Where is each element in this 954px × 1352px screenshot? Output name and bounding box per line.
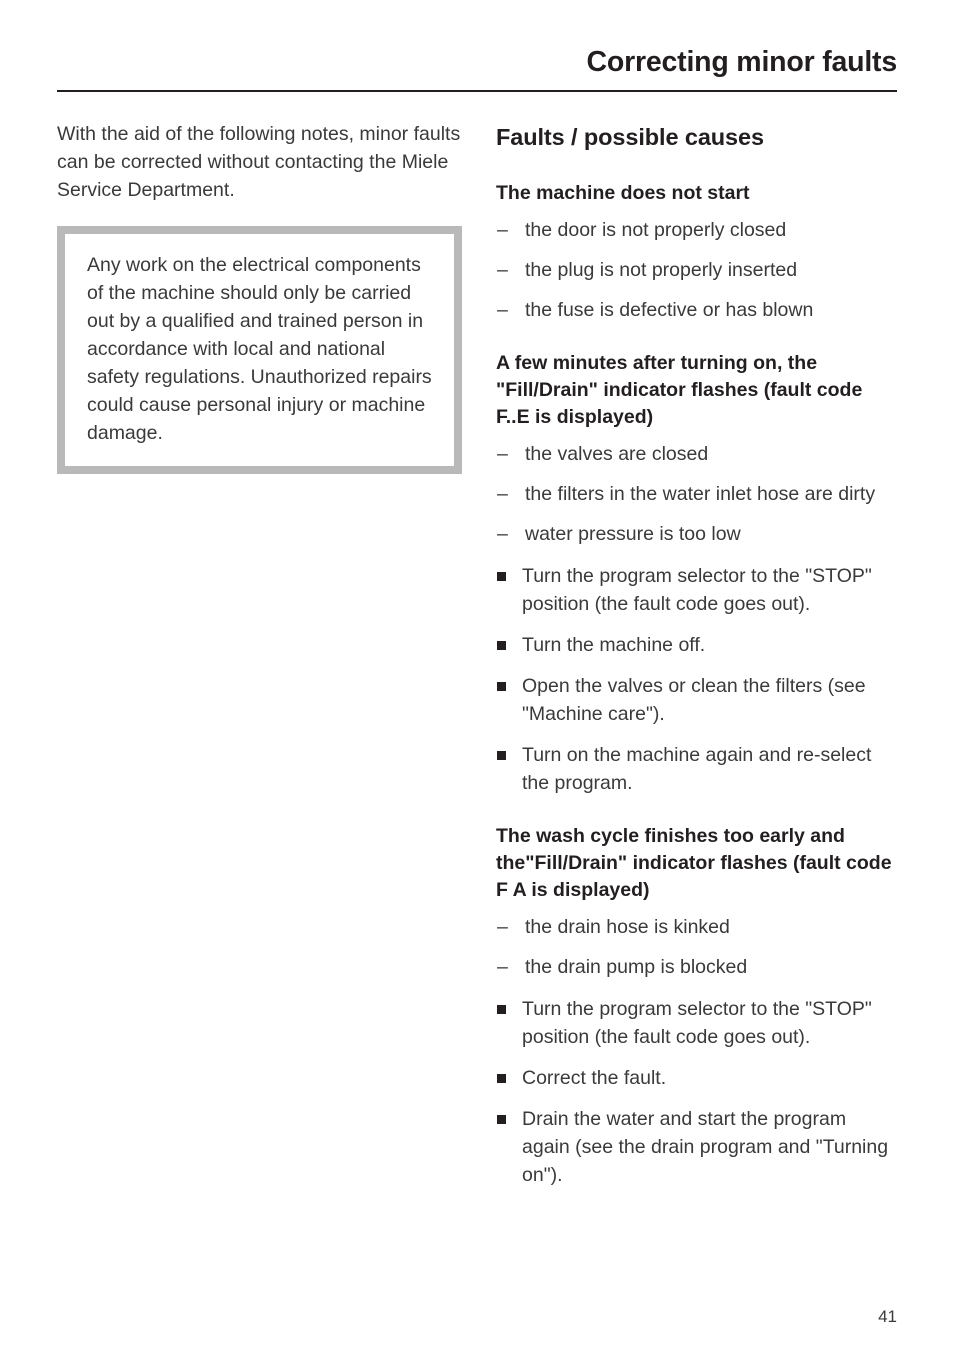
square-bullet-icon <box>497 1115 506 1125</box>
section-title: Faults / possible causes <box>496 124 764 150</box>
action-item: Turn on the machine again and re-select … <box>496 741 897 797</box>
action-item: Turn the program selector to the "STOP" … <box>496 562 897 618</box>
cause-item: – the plug is not properly inserted <box>496 256 897 284</box>
page-footer: 41 <box>57 1308 897 1327</box>
page-header: Correcting minor faults <box>57 46 897 93</box>
action-item: Correct the fault. <box>496 1064 897 1092</box>
cause-list: – the door is not properly closed – the plu… <box>496 216 897 324</box>
cause-item-label: the plug is not properly inserted <box>525 259 798 282</box>
fault-section: The wash cycle finishes too early and th… <box>496 823 897 1189</box>
dash-bullet-icon: – <box>497 299 508 322</box>
square-bullet-icon <box>497 1005 506 1015</box>
action-item-label: Turn the program selector to the "STOP" … <box>522 998 872 1049</box>
fault-section: A few minutes after turning on, the "Fil… <box>496 350 897 797</box>
cause-item-label: the filters in the water inlet hose are … <box>525 483 876 506</box>
dash-bullet-icon: – <box>497 483 508 506</box>
cause-item-label: the fuse is defective or has blown <box>525 299 814 322</box>
cause-item: – water pressure is too low <box>496 520 897 548</box>
fault-heading: The machine does not start <box>496 182 750 205</box>
action-item: Turn the program selector to the "STOP" … <box>496 995 897 1051</box>
square-bullet-icon <box>497 641 506 651</box>
action-item-label: Drain the water and start the program ag… <box>522 1108 889 1187</box>
cause-item: – the filters in the water inlet hose are… <box>496 480 897 508</box>
fault-section: The machine does not start – the door is n… <box>496 180 897 324</box>
cause-item: – the drain hose is kinked <box>496 913 897 941</box>
cause-item-label: the drain pump is blocked <box>525 956 748 979</box>
square-bullet-icon <box>497 1074 506 1084</box>
action-item: Turn the machine off. <box>496 631 897 659</box>
action-item-label: Turn the program selector to the "STOP" … <box>522 565 872 616</box>
right-column: Faults / possible causes The machine doe… <box>496 120 897 1189</box>
square-bullet-icon <box>497 572 506 582</box>
action-list: Turn the program selector to the "STOP" … <box>496 995 897 1189</box>
action-item-label: Turn on the machine again and re-select … <box>522 744 872 795</box>
action-item-label: Open the valves or clean the filters (se… <box>522 675 866 726</box>
action-item: Open the valves or clean the filters (se… <box>496 672 897 728</box>
dash-bullet-icon: – <box>497 523 508 546</box>
cause-list: – the valves are closed – the filters in th… <box>496 440 897 548</box>
intro-paragraph: With the aid of the following notes, min… <box>57 123 461 201</box>
content-columns: With the aid of the following notes, min… <box>57 120 897 1189</box>
cause-item-label: the valves are closed <box>525 443 709 466</box>
header-divider <box>57 89 897 93</box>
cause-item: – the fuse is defective or has blown <box>496 296 897 324</box>
cause-item: – the drain pump is blocked <box>496 953 897 981</box>
action-item-label: Correct the fault. <box>522 1067 667 1090</box>
cause-item-label: the drain hose is kinked <box>525 916 730 939</box>
fault-sections: The machine does not start – the door is n… <box>496 180 897 1189</box>
left-column: With the aid of the following notes, min… <box>57 120 462 474</box>
dash-bullet-icon: – <box>497 219 508 242</box>
dash-bullet-icon: – <box>497 956 508 979</box>
cause-item-label: water pressure is too low <box>525 523 741 546</box>
dash-bullet-icon: – <box>497 259 508 282</box>
page-number: 41 <box>878 1307 897 1326</box>
page-title: Correcting minor faults <box>586 46 897 78</box>
dash-bullet-icon: – <box>497 916 508 939</box>
cause-item-label: the door is not properly closed <box>525 219 787 242</box>
cause-item: – the door is not properly closed <box>496 216 897 244</box>
warning-text: Any work on the electrical components of… <box>87 254 432 444</box>
fault-heading: The wash cycle finishes too early and th… <box>496 825 892 902</box>
fault-heading: A few minutes after turning on, the "Fil… <box>496 352 863 429</box>
action-item: Drain the water and start the program ag… <box>496 1105 897 1189</box>
warning-box: Any work on the electrical components of… <box>57 226 462 474</box>
square-bullet-icon <box>497 682 506 692</box>
action-list: Turn the program selector to the "STOP" … <box>496 562 897 797</box>
cause-item: – the valves are closed <box>496 440 897 468</box>
square-bullet-icon <box>497 751 506 761</box>
dash-bullet-icon: – <box>497 443 508 466</box>
document-page: Correcting minor faults With the aid of … <box>0 0 954 1352</box>
action-item-label: Turn the machine off. <box>522 634 706 657</box>
cause-list: – the drain hose is kinked – the drain pump… <box>496 913 897 981</box>
